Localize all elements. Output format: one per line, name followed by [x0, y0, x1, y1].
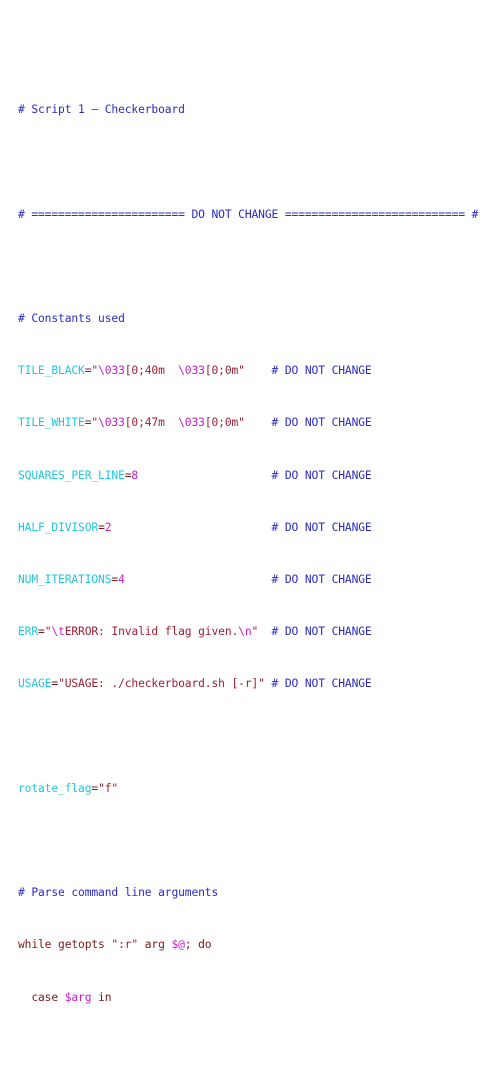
separator-top-bar-left: ======================= — [31, 207, 185, 221]
separator-top-hash-right: # — [465, 207, 479, 221]
variable-err: ERR — [18, 625, 39, 639]
comment-do-not-change-7: # DO NOT CHANGE — [271, 677, 372, 691]
variable-usage: USAGE — [18, 677, 52, 691]
variable-squares-per-line: SQUARES_PER_LINE — [18, 468, 125, 482]
code-line-17: # Parse command line arguments — [18, 886, 485, 899]
value-num-iterations: 4 — [118, 573, 125, 587]
code-line-13: USAGE="USAGE: ./checkerboard.sh [-r]" # … — [18, 677, 372, 691]
separator-top-hash-left: # — [18, 207, 32, 221]
code-line-12: ERR="\tERROR: Invalid flag given.\n" # D… — [18, 625, 372, 639]
comment-script-title: # Script 1 – Checkerboard — [18, 103, 185, 117]
code-editor[interactable]: # Script 1 – Checkerboard # ============… — [0, 0, 503, 1004]
comment-parse-args: # Parse command line arguments — [18, 886, 219, 900]
comment-do-not-change-5: # DO NOT CHANGE — [271, 573, 372, 587]
code-line-7: TILE_BLACK="\033[0;40m \033[0;0m" # DO N… — [18, 364, 372, 378]
variable-half-divisor: HALF_DIVISOR — [18, 520, 99, 534]
comment-do-not-change-6: # DO NOT CHANGE — [271, 625, 372, 639]
code-line-8: TILE_WHITE="\033[0;47m \033[0;0m" # DO N… — [18, 416, 372, 430]
comment-do-not-change-3: # DO NOT CHANGE — [271, 468, 372, 482]
separator-top-bar-right: =========================== — [284, 207, 466, 221]
code-line-2: # Script 1 – Checkerboard — [18, 103, 485, 116]
code-line-10: HALF_DIVISOR=2 # DO NOT CHANGE — [18, 520, 372, 534]
separator-top-label: DO NOT CHANGE — [184, 207, 285, 221]
code-line-19: case $arg in — [18, 990, 112, 1004]
code-line-6: # Constants used — [18, 312, 485, 325]
code-line-9: SQUARES_PER_LINE=8 # DO NOT CHANGE — [18, 468, 372, 482]
variable-num-iterations: NUM_ITERATIONS — [18, 573, 112, 587]
comment-constants-used: # Constants used — [18, 312, 125, 326]
code-line-15: rotate_flag="f" — [18, 781, 119, 795]
code-line-11: NUM_ITERATIONS=4 # DO NOT CHANGE — [18, 573, 372, 587]
variable-tile-black: TILE_BLACK — [18, 364, 85, 378]
comment-do-not-change-1: # DO NOT CHANGE — [271, 364, 372, 378]
variable-rotate-flag: rotate_flag — [18, 781, 92, 795]
code-line-18: while getopts ":r" arg $@; do — [18, 938, 212, 952]
code-content[interactable]: # Script 1 – Checkerboard # ============… — [18, 12, 485, 1082]
comment-do-not-change-4: # DO NOT CHANGE — [271, 520, 372, 534]
variable-tile-white: TILE_WHITE — [18, 416, 85, 430]
comment-do-not-change-2: # DO NOT CHANGE — [271, 416, 372, 430]
code-line-4: # ======================= DO NOT CHANGE … — [18, 208, 485, 221]
